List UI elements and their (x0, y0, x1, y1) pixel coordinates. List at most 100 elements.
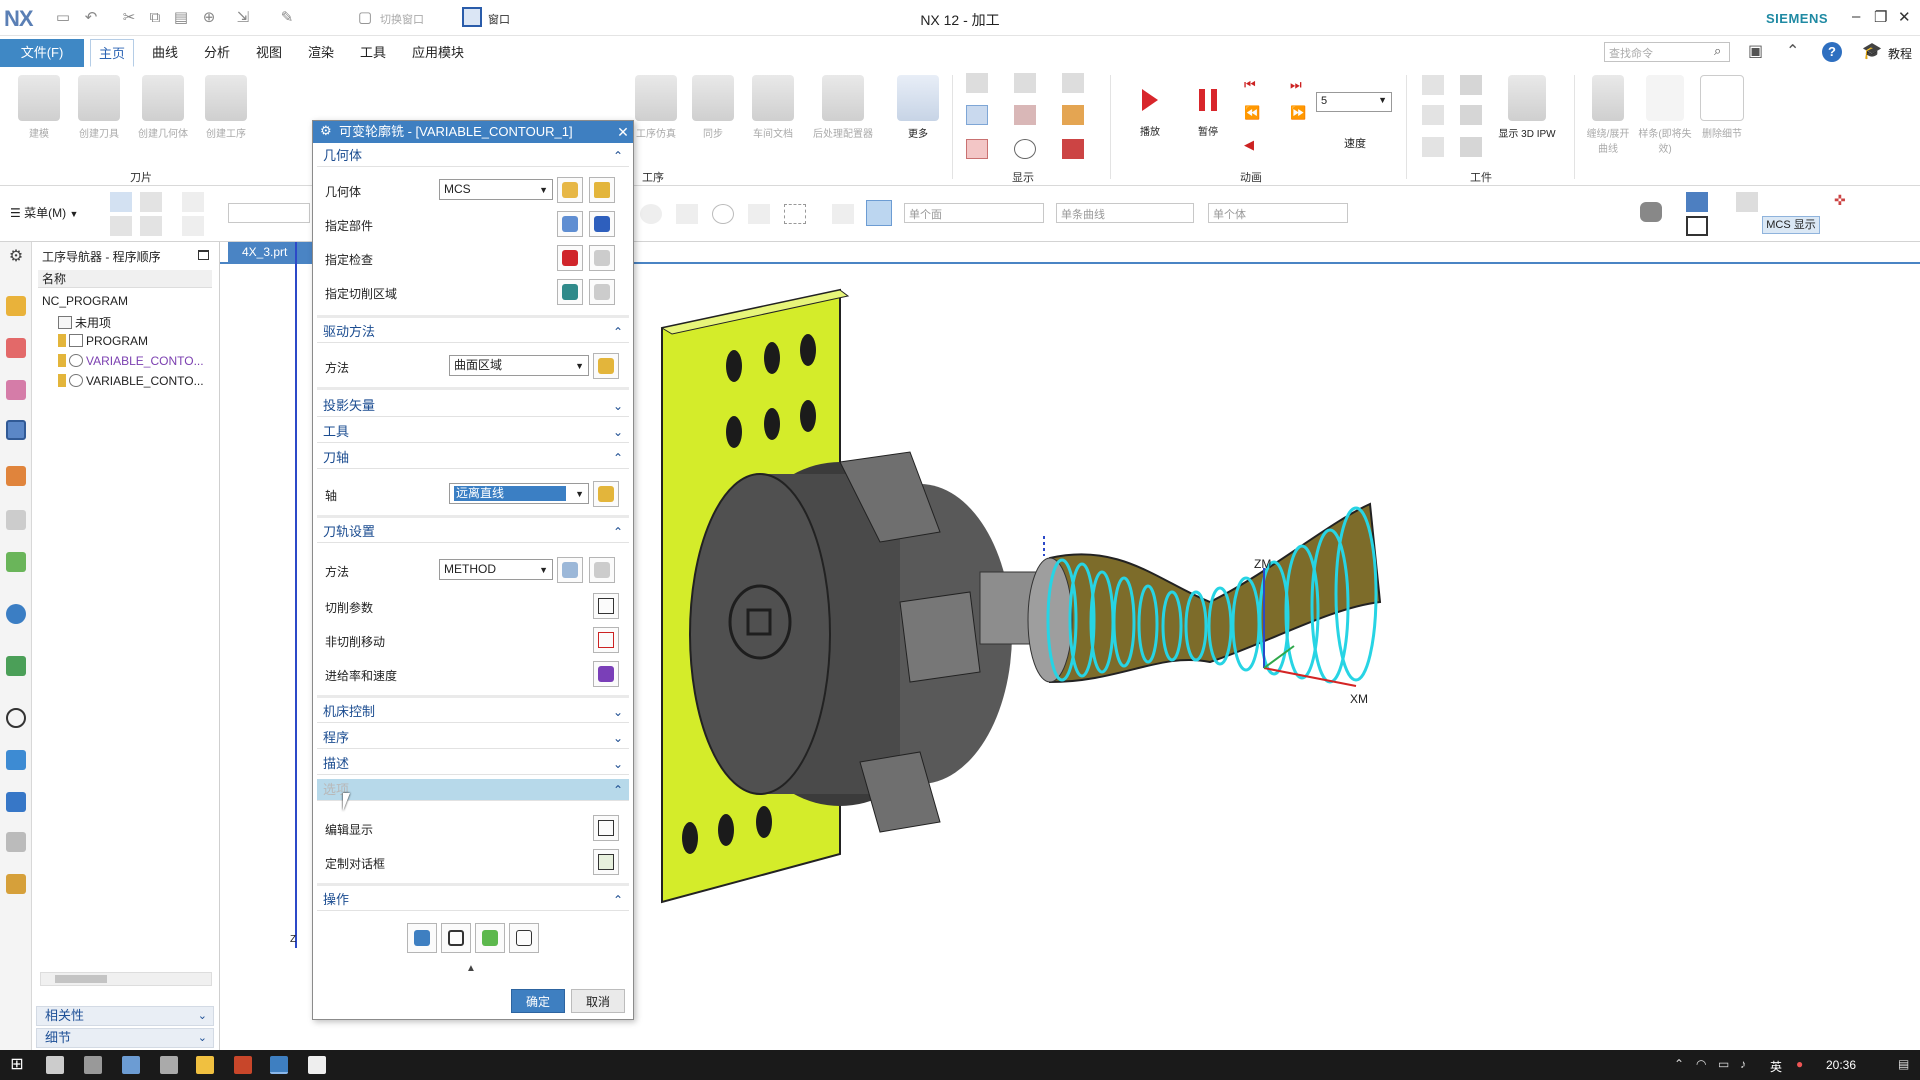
select-check-button[interactable] (557, 245, 583, 271)
snap-icon-6[interactable] (832, 204, 854, 224)
notification-icon[interactable]: ▤ (1898, 1057, 1909, 1071)
workpiece-icon-2[interactable] (1422, 105, 1444, 125)
move-object-icon[interactable]: ✜ (1834, 192, 1856, 212)
cut-params-button[interactable] (593, 593, 619, 619)
more-button[interactable]: 更多 (896, 75, 940, 140)
restore-icon[interactable]: ❐ (1874, 8, 1887, 26)
section-machine-control[interactable]: 机床控制 ⌄ (317, 701, 629, 723)
snap-icon-2[interactable] (676, 204, 698, 224)
assembly-nav-icon[interactable] (6, 296, 26, 316)
search-icon[interactable]: ⌕ (1714, 43, 1721, 59)
layer-icon[interactable] (1736, 192, 1758, 212)
display-icon-1[interactable] (966, 73, 988, 93)
tab-home[interactable]: 主页 (90, 39, 135, 67)
sync-button[interactable]: 同步 (690, 75, 736, 140)
curve-rule-select[interactable]: 单条曲线 (1056, 203, 1194, 223)
taskbar-app-1-icon[interactable] (46, 1056, 64, 1074)
workpiece-icon-1[interactable] (1422, 75, 1444, 95)
file-explorer-icon[interactable] (196, 1056, 214, 1074)
gear-icon[interactable]: ⚙ (320, 123, 332, 139)
gear-icon[interactable]: ⚙ (6, 246, 26, 266)
powerpoint-icon[interactable] (234, 1056, 252, 1074)
edit-geometry-button[interactable] (589, 177, 615, 203)
section-details[interactable]: 细节 ⌄ (36, 1028, 214, 1048)
workpiece-icon-6[interactable] (1460, 137, 1482, 157)
axis-select[interactable]: 远离直线 ▼ (449, 483, 589, 504)
nav-row-program[interactable]: PROGRAM (58, 334, 148, 348)
filter-icon-4[interactable] (140, 216, 162, 236)
shop-doc-button[interactable]: 车间文档 (746, 75, 800, 140)
snap-icon-4[interactable] (748, 204, 770, 224)
wrap-unwrap-button[interactable]: 缠绕/展开曲线 (1584, 75, 1632, 155)
display-cut-area-button[interactable] (589, 279, 615, 305)
drive-method-select[interactable]: 曲面区域 ▼ (449, 355, 589, 376)
section-path-settings[interactable]: 刀轨设置 ⌃ (317, 521, 629, 543)
tray-expand-icon[interactable]: ⌃ (1674, 1057, 1684, 1071)
display-part-button[interactable] (589, 211, 615, 237)
workpiece-icon-4[interactable] (1460, 75, 1482, 95)
reuse-library-icon[interactable] (6, 510, 26, 530)
mcs-display-button[interactable]: MCS 显示 (1762, 216, 1820, 234)
history-icon[interactable] (6, 656, 26, 676)
section-program[interactable]: 程序 ⌄ (317, 727, 629, 749)
ok-button[interactable]: 确定 (511, 989, 565, 1013)
select-part-button[interactable] (557, 211, 583, 237)
operation-sim-button[interactable]: 工序仿真 (630, 75, 682, 140)
customize-dialog-button[interactable] (593, 849, 619, 875)
process-studio-icon[interactable] (6, 792, 26, 812)
command-search-input[interactable]: 查找命令 (1604, 42, 1730, 62)
generate-button[interactable] (407, 923, 437, 953)
clock[interactable]: 20:36 (1826, 1058, 1856, 1072)
select-cut-area-button[interactable] (557, 279, 583, 305)
ime-indicator[interactable]: 英 (1770, 1058, 1782, 1075)
play-button[interactable]: 播放 (1130, 75, 1170, 138)
section-actions[interactable]: 操作 ⌃ (317, 889, 629, 911)
geometry-select[interactable]: MCS ▼ (439, 179, 553, 200)
maximize-icon[interactable] (198, 250, 209, 260)
tab-render[interactable]: 渲染 (300, 39, 342, 67)
show-3d-ipw-button[interactable]: 显示 3D IPW (1490, 75, 1564, 140)
tab-tools[interactable]: 工具 (352, 39, 394, 67)
tray-app-icon[interactable]: ● (1796, 1057, 1803, 1071)
section-description[interactable]: 描述 ⌄ (317, 753, 629, 775)
cube-select-icon[interactable] (866, 200, 892, 226)
edit-display-button[interactable] (593, 815, 619, 841)
view-cube-icon[interactable] (1686, 192, 1708, 212)
collapse-dialog-icon[interactable]: ▲ (466, 963, 476, 974)
display-icon-6[interactable] (1014, 139, 1036, 159)
edit-drive-button[interactable] (593, 353, 619, 379)
help-icon[interactable]: ? (1822, 42, 1842, 62)
machine-tool-icon[interactable] (6, 466, 26, 486)
constraint-nav-icon[interactable] (6, 338, 26, 358)
shade-icon[interactable] (1640, 202, 1662, 222)
filter-icon-2[interactable] (140, 192, 162, 212)
edit-axis-button[interactable] (593, 481, 619, 507)
filter-icon-5[interactable] (182, 192, 204, 212)
list-button[interactable] (509, 923, 539, 953)
post-config-button[interactable]: 后处理配置器 (808, 75, 878, 140)
snap-icon-5[interactable] (784, 204, 806, 224)
feeds-speeds-button[interactable] (593, 661, 619, 687)
pause-button[interactable]: 暂停 (1188, 75, 1228, 138)
display-icon-2[interactable] (966, 105, 988, 125)
close-icon[interactable]: ✕ (613, 121, 633, 143)
file-menu[interactable]: 文件(F) (0, 39, 84, 67)
battery-icon[interactable]: ▭ (1718, 1057, 1729, 1071)
section-geometry[interactable]: 几何体 ⌃ (317, 145, 629, 167)
nav-row-variable-contour-2[interactable]: VARIABLE_CONTO... (58, 374, 204, 388)
path-method-select[interactable]: METHOD ▼ (439, 559, 553, 580)
roles-icon[interactable] (6, 832, 26, 852)
edit-method-button[interactable] (589, 557, 615, 583)
section-options[interactable]: 选项 ⌃ (317, 779, 629, 801)
type-filter-select[interactable] (228, 203, 310, 223)
column-header-name[interactable]: 名称 (38, 270, 212, 288)
section-projection-vector[interactable]: 投影矢量 ⌄ (317, 395, 629, 417)
system-materials-icon[interactable] (6, 750, 26, 770)
filter-icon-1[interactable] (110, 192, 132, 212)
new-geometry-button[interactable] (557, 177, 583, 203)
step-back-icon[interactable]: ⏮ (1244, 77, 1266, 97)
delete-detail-button[interactable]: 删除细节 (1696, 75, 1748, 140)
display-icon-5[interactable] (1014, 105, 1036, 125)
scrollbar-thumb[interactable] (55, 975, 107, 983)
volume-icon[interactable]: ♪ (1740, 1057, 1746, 1071)
